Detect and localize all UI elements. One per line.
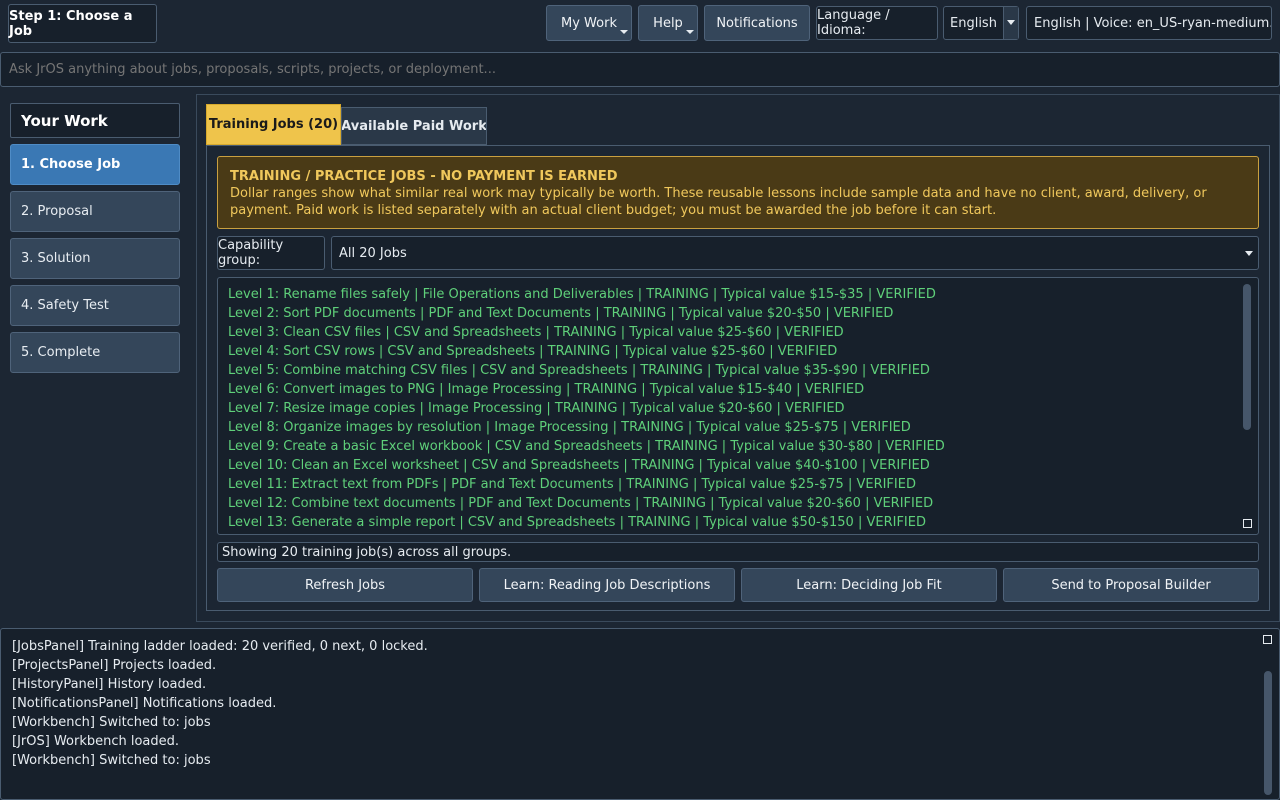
send-to-proposal-button[interactable]: Send to Proposal Builder: [1003, 568, 1259, 602]
dropdown-button[interactable]: [1003, 7, 1018, 39]
sidebar-item-proposal[interactable]: 2. Proposal: [10, 191, 180, 232]
list-item[interactable]: Level 1: Rename files safely | File Oper…: [228, 285, 1258, 304]
sidebar-item-choose-job[interactable]: 1. Choose Job: [10, 144, 180, 185]
chevron-down-icon: [1245, 251, 1253, 256]
log-line: [HistoryPanel] History loaded.: [12, 677, 207, 692]
ask-jros-input[interactable]: [0, 52, 1280, 87]
list-item[interactable]: Level 12: Combine text documents | PDF a…: [228, 494, 1258, 513]
log-line: [NotificationsPanel] Notifications loade…: [12, 696, 277, 711]
list-item[interactable]: Level 9: Create a basic Excel workbook |…: [228, 437, 1258, 456]
notifications-label: Notifications: [716, 15, 798, 31]
voice-label: English | Voice: en_US-ryan-medium.onnx: [1026, 6, 1272, 40]
list-item[interactable]: Level 6: Convert images to PNG | Image P…: [228, 380, 1258, 399]
sidebar-title: Your Work: [10, 103, 180, 138]
log-line: [JobsPanel] Training ladder loaded: 20 v…: [12, 639, 428, 654]
training-warning-banner: TRAINING / PRACTICE JOBS - NO PAYMENT IS…: [217, 156, 1259, 229]
learn-fit-button[interactable]: Learn: Deciding Job Fit: [741, 568, 997, 602]
language-select[interactable]: English: [943, 6, 1019, 40]
list-item[interactable]: Level 3: Clean CSV files | CSV and Sprea…: [228, 323, 1258, 342]
tab-paid-label: Available Paid Work: [341, 118, 487, 134]
help-menu-button[interactable]: Help: [638, 5, 698, 41]
sidebar-item-solution[interactable]: 3. Solution: [10, 238, 180, 279]
log-line: [Workbench] Switched to: jobs: [12, 753, 211, 768]
list-item[interactable]: Level 8: Organize images by resolution |…: [228, 418, 1258, 437]
help-label: Help: [653, 15, 683, 31]
capability-group-select[interactable]: All 20 Jobs: [331, 236, 1259, 270]
list-item[interactable]: Level 5: Combine matching CSV files | CS…: [228, 361, 1258, 380]
tab-training-label: Training Jobs (20): [208, 117, 339, 132]
capability-group-label: Capability group:: [217, 236, 325, 270]
log-scrollbar[interactable]: [1264, 671, 1272, 795]
resize-grip-icon: [1263, 635, 1272, 644]
step-title: Step 1: Choose a Job: [8, 4, 157, 43]
list-item[interactable]: Level 10: Clean an Excel worksheet | CSV…: [228, 456, 1258, 475]
tab-available-paid-work[interactable]: Available Paid Work: [341, 107, 487, 145]
my-work-menu-button[interactable]: My Work: [546, 5, 632, 41]
job-list-scrollbar[interactable]: [1243, 284, 1251, 430]
list-item[interactable]: Level 2: Sort PDF documents | PDF and Te…: [228, 304, 1258, 323]
chevron-down-icon: [686, 30, 694, 34]
language-value: English: [950, 15, 997, 31]
warning-title: TRAINING / PRACTICE JOBS - NO PAYMENT IS…: [230, 169, 618, 184]
language-label: Language / Idioma:: [816, 6, 938, 40]
list-item[interactable]: Level 11: Extract text from PDFs | PDF a…: [228, 475, 1258, 494]
my-work-label: My Work: [561, 15, 617, 31]
capability-group-value: All 20 Jobs: [339, 245, 407, 261]
log-line: [Workbench] Switched to: jobs: [12, 715, 211, 730]
job-count-status: Showing 20 training job(s) across all gr…: [217, 542, 1259, 562]
list-item[interactable]: Level 13: Generate a simple report | CSV…: [228, 513, 1258, 532]
notifications-button[interactable]: Notifications: [704, 5, 810, 41]
tab-training-jobs[interactable]: Training Jobs (20): [206, 104, 341, 145]
resize-grip-icon: [1243, 519, 1252, 528]
sidebar-item-complete[interactable]: 5. Complete: [10, 332, 180, 373]
log-panel: [JobsPanel] Training ladder loaded: 20 v…: [0, 628, 1280, 800]
warning-body: Dollar ranges show what similar real wor…: [230, 186, 1207, 218]
learn-reading-button[interactable]: Learn: Reading Job Descriptions: [479, 568, 735, 602]
chevron-down-icon: [1007, 20, 1015, 25]
job-list[interactable]: Level 1: Rename files safely | File Oper…: [217, 277, 1259, 535]
list-item[interactable]: Level 4: Sort CSV rows | CSV and Spreads…: [228, 342, 1258, 361]
sidebar-item-safety-test[interactable]: 4. Safety Test: [10, 285, 180, 326]
refresh-jobs-button[interactable]: Refresh Jobs: [217, 568, 473, 602]
list-item[interactable]: Level 7: Resize image copies | Image Pro…: [228, 399, 1258, 418]
chevron-down-icon: [620, 30, 628, 34]
log-line: [JrOS] Workbench loaded.: [12, 734, 180, 749]
log-line: [ProjectsPanel] Projects loaded.: [12, 658, 217, 673]
